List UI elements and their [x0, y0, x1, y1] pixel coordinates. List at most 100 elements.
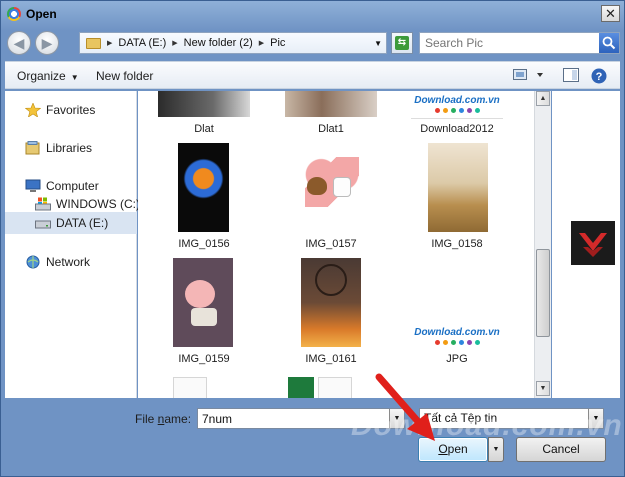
forward-button[interactable]: ▶	[35, 31, 59, 55]
scroll-up-button[interactable]: ▲	[536, 91, 550, 106]
file-thumb-jpg[interactable]: Download.com.vn	[411, 327, 503, 351]
view-icon	[513, 69, 543, 80]
chevron-down-icon: ▼	[539, 385, 547, 392]
file-thumb-dlat[interactable]	[158, 91, 250, 117]
file-thumb-dlat1[interactable]	[285, 91, 377, 117]
file-thumb-img-0159[interactable]	[173, 258, 233, 347]
star-icon	[25, 103, 41, 117]
organize-menu[interactable]: Organize ▼	[17, 69, 79, 83]
file-name-img-0161[interactable]: IMG_0161	[271, 353, 391, 365]
search-box[interactable]	[419, 32, 620, 54]
open-dialog: Open ✕ ◀ ▶ ▶ DATA (E:) ▶ New folder (2) …	[0, 0, 625, 477]
chevron-down-icon: ▼	[70, 73, 79, 82]
search-button[interactable]	[599, 33, 619, 53]
preview-pane-icon	[563, 68, 579, 82]
file-thumb-download2012[interactable]: Download.com.vn	[411, 95, 503, 119]
file-name-img-0156[interactable]: IMG_0156	[144, 238, 264, 250]
nav-item-label: Computer	[46, 179, 99, 193]
preview-image	[571, 221, 615, 265]
nav-item-data-drive[interactable]: DATA (E:)	[35, 216, 108, 230]
preview-pane	[552, 91, 620, 398]
refresh-button[interactable]: ⇆	[391, 32, 413, 54]
close-button[interactable]: ✕	[601, 5, 620, 22]
close-icon: ✕	[605, 6, 616, 21]
command-bar: Organize ▼ New folder ?	[5, 61, 620, 89]
chevron-right-icon: ▶	[172, 40, 178, 47]
new-folder-label: New folder	[96, 69, 154, 83]
breadcrumb-folder[interactable]: New folder (2)	[184, 37, 253, 49]
nav-item-label: WINDOWS (C:)	[56, 197, 140, 211]
address-dropdown-icon[interactable]: ▼	[374, 39, 382, 48]
file-name-label: File name:	[135, 412, 192, 426]
navigation-bar: ◀ ▶ ▶ DATA (E:) ▶ New folder (2) ▶ Pic ▼…	[5, 29, 620, 57]
help-icon: ?	[591, 68, 607, 84]
navigation-pane: Favorites Libraries Computer WINDOWS (C:…	[5, 91, 140, 398]
nav-item-label: Favorites	[46, 103, 96, 117]
download-logo: Download.com.vn	[414, 327, 500, 338]
vertical-scrollbar[interactable]: ▲ ▼	[534, 91, 551, 398]
scroll-down-button[interactable]: ▼	[536, 381, 550, 396]
file-name-download2012[interactable]: Download2012	[397, 123, 517, 135]
cartoon-character	[333, 177, 351, 197]
red-arrow-annotation	[375, 373, 435, 441]
file-thumb-img-0161[interactable]	[301, 258, 361, 347]
nav-item-network[interactable]: Network	[25, 255, 90, 269]
file-thumb-img-0156[interactable]	[178, 143, 229, 232]
chevron-up-icon: ▲	[539, 95, 547, 102]
excel-file-icon[interactable]	[288, 377, 314, 398]
scroll-thumb[interactable]	[536, 249, 550, 337]
file-name-img-0158[interactable]: IMG_0158	[397, 238, 517, 250]
download-logo: Download.com.vn	[414, 95, 500, 106]
download-logo-dots	[411, 340, 503, 345]
new-folder-button[interactable]: New folder	[96, 69, 153, 83]
forward-arrow-icon: ▶	[41, 35, 53, 51]
preview-pane-button[interactable]	[563, 68, 579, 85]
file-name-jpg[interactable]: JPG	[397, 353, 517, 365]
file-name-dlat[interactable]: Dlat	[144, 123, 264, 135]
computer-icon	[25, 179, 41, 192]
file-name-dlat1[interactable]: Dlat1	[271, 123, 391, 135]
help-button[interactable]: ?	[591, 68, 607, 87]
network-icon	[26, 255, 40, 269]
file-thumb-img-0157[interactable]	[301, 143, 361, 232]
logo-icon	[579, 233, 607, 257]
organize-label: Organize	[17, 69, 66, 83]
file-list: Dlat Dlat1 Download.com.vn Download2012 …	[138, 91, 534, 398]
back-button[interactable]: ◀	[7, 31, 31, 55]
cartoon-character	[307, 177, 327, 195]
file-thumb-document[interactable]	[173, 377, 207, 398]
file-name-img-0159[interactable]: IMG_0159	[144, 353, 264, 365]
chevron-right-icon: ▶	[258, 40, 265, 47]
window-title: Open	[26, 7, 57, 21]
nav-item-computer[interactable]: Computer	[25, 179, 99, 193]
search-input[interactable]	[425, 36, 595, 50]
back-arrow-icon: ◀	[13, 35, 25, 51]
refresh-icon: ⇆	[395, 36, 409, 50]
chrome-icon	[7, 7, 21, 21]
svg-text:?: ?	[596, 71, 603, 83]
file-thumb-img-0158[interactable]	[428, 143, 488, 232]
search-icon	[602, 36, 616, 50]
nav-item-favorites[interactable]: Favorites	[25, 103, 95, 117]
toilet-shape	[191, 308, 217, 326]
title-bar: Open ✕	[1, 1, 624, 27]
dreamcatcher-shape	[315, 264, 347, 296]
libraries-icon	[25, 141, 40, 155]
chevron-right-icon: ▶	[107, 40, 113, 47]
address-bar[interactable]: ▶ DATA (E:) ▶ New folder (2) ▶ Pic ▼	[79, 32, 387, 54]
cartoon-character	[185, 280, 215, 308]
nav-item-label: Libraries	[46, 141, 93, 155]
drive-icon	[35, 220, 51, 229]
view-options-button[interactable]	[513, 68, 543, 85]
nav-item-windows-drive[interactable]: WINDOWS (C:)	[35, 197, 140, 211]
windows-drive-icon	[35, 197, 51, 211]
nav-item-label: DATA (E:)	[56, 216, 109, 230]
breadcrumb-current[interactable]: Pic	[270, 37, 285, 49]
nav-item-label: Network	[46, 255, 91, 269]
file-name-img-0157[interactable]: IMG_0157	[271, 238, 391, 250]
breadcrumb-drive[interactable]: DATA (E:)	[118, 37, 166, 49]
nav-item-libraries[interactable]: Libraries	[25, 141, 92, 155]
folder-icon	[86, 37, 101, 49]
file-thumb-document[interactable]	[318, 377, 352, 398]
download-logo-dots	[411, 108, 503, 113]
